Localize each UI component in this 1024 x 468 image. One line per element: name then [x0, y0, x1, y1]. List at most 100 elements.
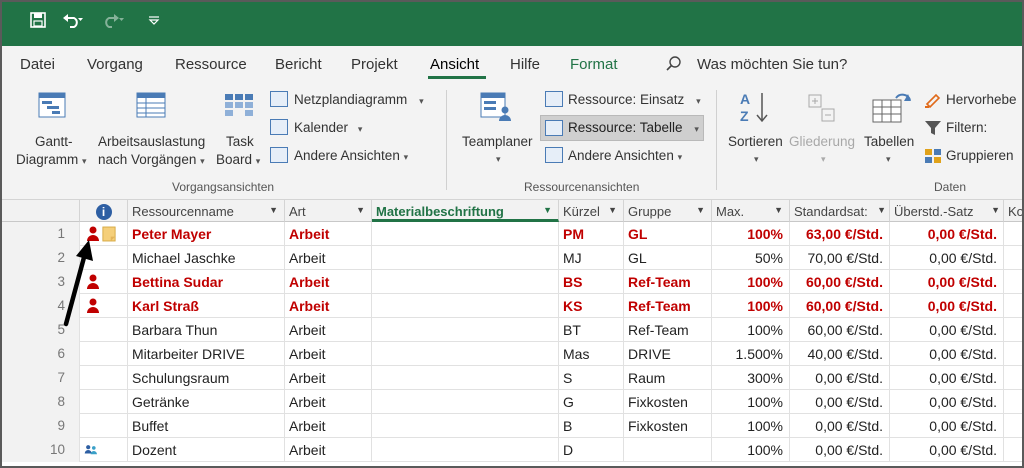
max-units-cell[interactable]: 100% [712, 438, 790, 462]
initials-cell[interactable]: BT [559, 318, 624, 342]
type-cell[interactable]: Arbeit [285, 222, 372, 246]
max-units-cell[interactable]: 50% [712, 246, 790, 270]
table-row[interactable]: 7 Schulungsraum Arbeit S Raum 300% 0,00 €/Std.… [2, 366, 1022, 390]
standard-rate-cell[interactable]: 0,00 €/Std. [790, 390, 890, 414]
indicator-cell[interactable] [80, 366, 128, 390]
tab-ressource[interactable]: Ressource [175, 56, 247, 73]
max-units-cell[interactable]: 300% [712, 366, 790, 390]
table-row[interactable]: 10 Dozent Arbeit D 100% 0,00 €/Std. 0,00 €/Std… [2, 438, 1022, 462]
overtime-rate-cell[interactable]: 0,00 €/Std. [890, 438, 1004, 462]
tab-datei[interactable]: Datei [20, 56, 55, 73]
standard-rate-cell[interactable]: 70,00 €/Std. [790, 246, 890, 270]
extra-cell[interactable] [1004, 294, 1022, 318]
max-units-cell[interactable]: 100% [712, 414, 790, 438]
type-cell[interactable]: Arbeit [285, 342, 372, 366]
extra-cell[interactable] [1004, 222, 1022, 246]
row-header-corner[interactable] [2, 200, 80, 222]
max-units-cell[interactable]: 100% [712, 318, 790, 342]
column-header-material[interactable]: Materialbeschriftung ▼ [372, 200, 559, 222]
resource-name-cell[interactable]: Schulungsraum [128, 366, 285, 390]
type-cell[interactable]: Arbeit [285, 414, 372, 438]
tell-me-input[interactable]: Was möchten Sie tun? [697, 56, 847, 73]
material-label-cell[interactable] [372, 414, 559, 438]
indicator-cell[interactable] [80, 342, 128, 366]
type-cell[interactable]: Arbeit [285, 294, 372, 318]
column-header-art[interactable]: Art ▼ [285, 200, 372, 222]
resource-name-cell[interactable]: Mitarbeiter DRIVE [128, 342, 285, 366]
group-cell[interactable]: GL [624, 222, 712, 246]
max-units-cell[interactable]: 100% [712, 294, 790, 318]
overtime-rate-cell[interactable]: 0,00 €/Std. [890, 390, 1004, 414]
resource-name-cell[interactable]: Peter Mayer [128, 222, 285, 246]
overtime-rate-cell[interactable]: 0,00 €/Std. [890, 270, 1004, 294]
indicator-cell[interactable] [80, 414, 128, 438]
material-label-cell[interactable] [372, 390, 559, 414]
standard-rate-cell[interactable]: 60,00 €/Std. [790, 270, 890, 294]
standard-rate-cell[interactable]: 0,00 €/Std. [790, 438, 890, 462]
group-cell[interactable]: Fixkosten [624, 390, 712, 414]
column-header-gruppe[interactable]: Gruppe ▼ [624, 200, 712, 222]
overtime-rate-cell[interactable]: 0,00 €/Std. [890, 318, 1004, 342]
resource-name-cell[interactable]: Barbara Thun [128, 318, 285, 342]
info-column-header[interactable]: i [80, 200, 128, 222]
table-row[interactable]: 8 Getränke Arbeit G Fixkosten 100% 0,00 €/Std.… [2, 390, 1022, 414]
overtime-rate-cell[interactable]: 0,00 €/Std. [890, 342, 1004, 366]
material-label-cell[interactable] [372, 294, 559, 318]
extra-cell[interactable] [1004, 342, 1022, 366]
tab-hilfe[interactable]: Hilfe [510, 56, 540, 73]
column-header-name[interactable]: Ressourcenname ▼ [128, 200, 285, 222]
table-row[interactable]: 2 Michael Jaschke Arbeit MJ GL 50% 70,00 €/Std… [2, 246, 1022, 270]
max-units-cell[interactable]: 1.500% [712, 342, 790, 366]
tab-bericht[interactable]: Bericht [275, 56, 322, 73]
tab-projekt[interactable]: Projekt [351, 56, 398, 73]
group-cell[interactable]: Ref-Team [624, 318, 712, 342]
table-row[interactable]: 3 Bettina Sudar Arbeit BS Ref-Team 100% 60,00 … [2, 270, 1022, 294]
column-header-standardsatz[interactable]: Standardsat: ▼ [790, 200, 890, 222]
resource-name-cell[interactable]: Getränke [128, 390, 285, 414]
standard-rate-cell[interactable]: 0,00 €/Std. [790, 414, 890, 438]
indicator-cell[interactable] [80, 390, 128, 414]
overtime-rate-cell[interactable]: 0,00 €/Std. [890, 294, 1004, 318]
type-cell[interactable]: Arbeit [285, 390, 372, 414]
extra-cell[interactable] [1004, 270, 1022, 294]
max-units-cell[interactable]: 100% [712, 222, 790, 246]
material-label-cell[interactable] [372, 318, 559, 342]
extra-cell[interactable] [1004, 390, 1022, 414]
overtime-rate-cell[interactable]: 0,00 €/Std. [890, 366, 1004, 390]
material-label-cell[interactable] [372, 342, 559, 366]
save-icon[interactable] [30, 12, 46, 34]
table-row[interactable]: 4 Karl Straß Arbeit KS Ref-Team 100% 60,00 €/S… [2, 294, 1022, 318]
group-cell[interactable]: GL [624, 246, 712, 270]
ressource-tabelle-button[interactable]: Ressource: Tabelle ▾ [540, 115, 704, 141]
standard-rate-cell[interactable]: 60,00 €/Std. [790, 318, 890, 342]
table-row[interactable]: 1 Peter Mayer Arbeit PM GL 100% 63,00 €/Std. 0,… [2, 222, 1022, 246]
type-cell[interactable]: Arbeit [285, 318, 372, 342]
group-cell[interactable]: Ref-Team [624, 294, 712, 318]
table-row[interactable]: 6 Mitarbeiter DRIVE Arbeit Mas DRIVE 1.500% 40… [2, 342, 1022, 366]
column-header-ueberstd[interactable]: Überstd.-Satz ▼ [890, 200, 1004, 222]
max-units-cell[interactable]: 100% [712, 270, 790, 294]
standard-rate-cell[interactable]: 40,00 €/Std. [790, 342, 890, 366]
initials-cell[interactable]: PM [559, 222, 624, 246]
extra-cell[interactable] [1004, 414, 1022, 438]
extra-cell[interactable] [1004, 366, 1022, 390]
resource-name-cell[interactable]: Dozent [128, 438, 285, 462]
material-label-cell[interactable] [372, 270, 559, 294]
group-cell[interactable]: Fixkosten [624, 414, 712, 438]
resource-name-cell[interactable]: Michael Jaschke [128, 246, 285, 270]
column-header-kuerzel[interactable]: Kürzel ▼ [559, 200, 624, 222]
customize-icon[interactable] [148, 12, 160, 32]
overtime-rate-cell[interactable]: 0,00 €/Std. [890, 246, 1004, 270]
extra-cell[interactable] [1004, 438, 1022, 462]
material-label-cell[interactable] [372, 222, 559, 246]
standard-rate-cell[interactable]: 60,00 €/Std. [790, 294, 890, 318]
type-cell[interactable]: Arbeit [285, 270, 372, 294]
initials-cell[interactable]: B [559, 414, 624, 438]
overtime-rate-cell[interactable]: 0,00 €/Std. [890, 414, 1004, 438]
extra-cell[interactable] [1004, 318, 1022, 342]
type-cell[interactable]: Arbeit [285, 438, 372, 462]
column-header-more[interactable]: Ko [1004, 200, 1022, 222]
indicator-cell[interactable] [80, 438, 128, 462]
material-label-cell[interactable] [372, 366, 559, 390]
redo-icon[interactable] [102, 12, 124, 34]
